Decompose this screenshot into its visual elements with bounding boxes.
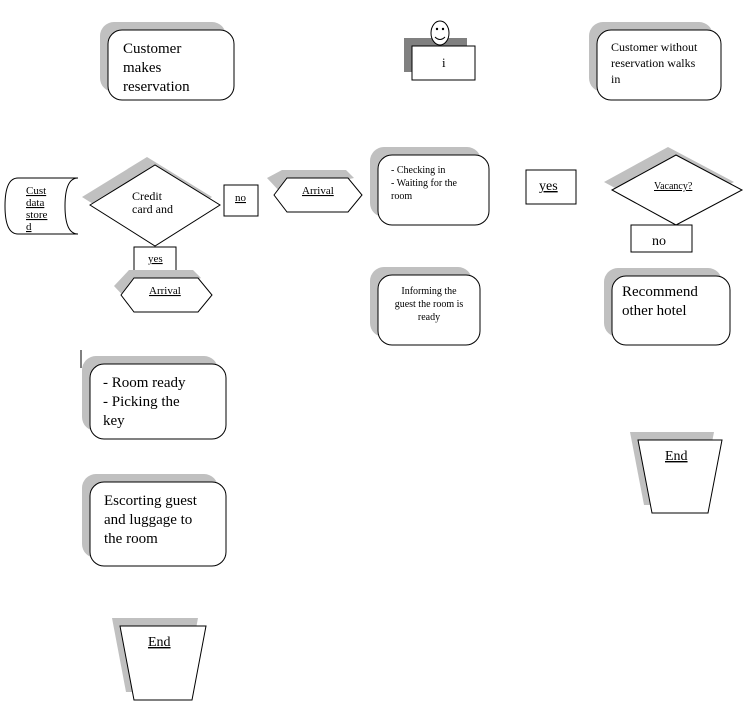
actor-box[interactable]: i xyxy=(404,20,476,81)
flowchart-canvas: Customer makes reservation i Customer with… xyxy=(4,20,744,701)
decision-credit-card[interactable]: Creditcard andarrival xyxy=(82,157,221,247)
label-yes-vacancy: yes xyxy=(525,169,577,205)
svg-text:Vacancy?: Vacancy? xyxy=(654,181,693,192)
data-store[interactable]: Cust data store d xyxy=(4,177,79,235)
decision-vacancy[interactable]: Vacancy? xyxy=(604,147,744,226)
informing-box[interactable]: Informing the guest the room is ready xyxy=(370,267,481,346)
end-terminator-reservation[interactable]: End xyxy=(112,618,207,701)
arrival-hexagon-1[interactable]: Arrival xyxy=(267,170,363,213)
svg-text:i: i xyxy=(442,55,446,70)
smiley-face-icon xyxy=(430,20,450,46)
svg-text:Arrival: Arrival xyxy=(149,285,181,297)
start-reservation-box[interactable]: Customer makes reservation xyxy=(100,22,235,101)
svg-text:yes: yes xyxy=(148,253,163,265)
end-terminator-walk-in[interactable]: End xyxy=(630,432,723,514)
checking-in-box[interactable]: - Checking in - Waiting for the room xyxy=(370,147,490,226)
label-yes-credit: yes xyxy=(133,246,177,272)
arrival-hexagon-2[interactable]: Arrival xyxy=(114,270,213,313)
label-no-credit: no xyxy=(223,184,259,217)
svg-text:no: no xyxy=(235,192,247,204)
label-no-vacancy: no xyxy=(630,224,693,253)
svg-text:no: no xyxy=(652,234,666,249)
recommend-box[interactable]: Recommend other hotel xyxy=(604,268,731,346)
svg-text:End: End xyxy=(148,635,171,650)
svg-text:Arrival: Arrival xyxy=(302,185,334,197)
escorting-box[interactable]: Escorting guest and luggage to the room xyxy=(82,474,227,567)
room-ready-box[interactable]: - Room ready - Picking the key xyxy=(82,356,227,440)
svg-text:End: End xyxy=(665,449,688,464)
svg-text:yes: yes xyxy=(539,179,558,194)
start-walk-in-box[interactable]: Customer without reservation walks in xyxy=(589,22,722,101)
